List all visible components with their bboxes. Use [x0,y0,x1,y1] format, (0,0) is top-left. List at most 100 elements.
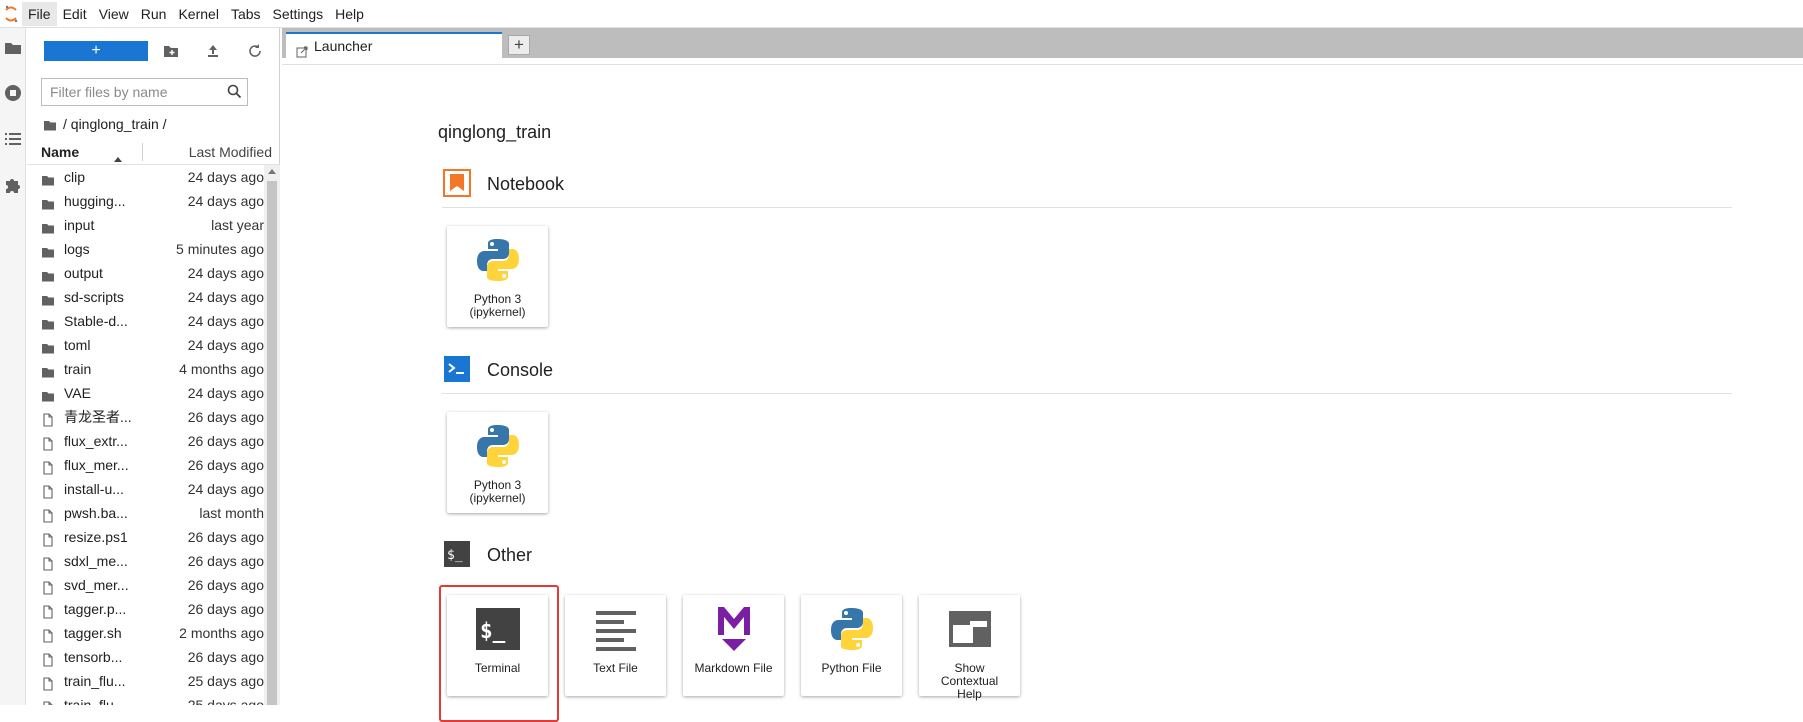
folder-icon [41,266,55,282]
console-section-icon [443,355,471,383]
file-row[interactable]: Stable-d... 24 days ago [27,309,264,333]
file-icon [41,530,55,547]
card-label-line: (ipykernel) [469,305,526,319]
search-icon [226,83,243,100]
file-row[interactable]: tensorb... 26 days ago [27,645,264,669]
file-modified: 25 days ago [187,673,264,689]
file-row[interactable]: clip 24 days ago [27,165,264,189]
menu-kernel[interactable]: Kernel [172,2,224,26]
file-icon [41,698,55,705]
scroll-up-arrow-icon[interactable] [268,169,276,174]
file-modified: 24 days ago [187,481,264,497]
file-row[interactable]: train_flu... 25 days ago [27,669,264,693]
file-icon [41,458,55,475]
file-row[interactable]: sd-scripts 24 days ago [27,285,264,309]
file-row[interactable]: resize.ps1 26 days ago [27,525,264,549]
file-name: clip [64,169,86,185]
table-of-contents-icon[interactable] [3,129,23,149]
column-divider[interactable] [142,143,143,161]
breadcrumb: / qinglong_train / [43,114,167,134]
running-kernels-icon[interactable] [3,83,23,103]
file-modified: 26 days ago [187,577,264,593]
file-name: 青龙圣者... [64,409,132,425]
file-name: install-u... [64,481,124,497]
file-row[interactable]: 青龙圣者... 26 days ago [27,405,264,429]
new-folder-icon[interactable] [162,42,180,60]
notebook-python3-card[interactable]: Python 3 (ipykernel) [447,226,548,327]
card-label: Text File [593,661,638,675]
file-browser-icon[interactable] [3,38,23,58]
notebook-section-divider [442,207,1732,208]
file-row[interactable]: VAE 24 days ago [27,381,264,405]
console-python3-card[interactable]: Python 3 (ipykernel) [447,412,548,513]
file-row[interactable]: tagger.p... 26 days ago [27,597,264,621]
menu-settings[interactable]: Settings [267,2,330,26]
text-file-card[interactable]: Text File [565,595,666,696]
file-row[interactable]: hugging... 24 days ago [27,189,264,213]
breadcrumb-path[interactable]: / qinglong_train / [63,114,167,134]
file-name: train_flu... [64,673,126,689]
menu-edit[interactable]: Edit [57,2,93,26]
new-tab-button[interactable]: + [508,35,530,55]
refresh-icon[interactable] [246,42,264,60]
file-row[interactable]: flux_extr... 26 days ago [27,429,264,453]
file-name: svd_mer... [64,577,129,593]
file-icon [41,506,55,523]
extensions-icon[interactable] [3,175,23,195]
upload-icon[interactable] [204,42,222,60]
file-row[interactable]: sdxl_me... 26 days ago [27,549,264,573]
markdown-icon [708,603,760,655]
launcher-panel: qinglong_train Notebook Python 3 (ipyker… [282,65,1803,722]
menu-run[interactable]: Run [135,2,173,26]
contextual-help-icon [944,603,996,655]
file-modified: 24 days ago [187,169,264,185]
folder-icon [41,218,55,234]
file-name: toml [64,337,91,353]
tab-bar: Launcher + [282,28,1803,59]
file-name: sdxl_me... [64,553,128,569]
menu-tabs[interactable]: Tabs [225,2,267,26]
home-folder-icon[interactable] [43,117,57,131]
menu-view[interactable]: View [93,2,135,26]
file-modified: 24 days ago [187,337,264,353]
file-row[interactable]: train_flu... 25 days ago [27,693,264,705]
file-row[interactable]: pwsh.ba... last month [27,501,264,525]
file-row[interactable]: logs 5 minutes ago [27,237,264,261]
file-modified: 24 days ago [187,313,264,329]
column-modified-header[interactable]: Last Modified [189,144,272,160]
file-row[interactable]: output 24 days ago [27,261,264,285]
python-logo-icon [472,234,524,286]
card-label: Python 3 (ipykernel) [449,479,546,505]
markdown-file-card[interactable]: Markdown File [683,595,784,696]
file-row[interactable]: input last year [27,213,264,237]
menu-help[interactable]: Help [329,2,370,26]
scrollbar-thumb[interactable] [267,181,277,705]
file-row[interactable]: tagger.sh 2 months ago [27,621,264,645]
file-icon [41,650,55,667]
file-modified: 26 days ago [187,409,264,425]
file-row[interactable]: svd_mer... 26 days ago [27,573,264,597]
file-modified: 26 days ago [187,433,264,449]
card-label: Markdown File [694,661,773,675]
file-name: logs [64,241,90,257]
console-section-divider [442,393,1732,394]
file-browser-toolbar: + [27,28,280,74]
contextual-help-card[interactable]: Show Contextual Help [919,595,1020,701]
file-row[interactable]: install-u... 24 days ago [27,477,264,501]
tab-launcher-label: Launcher [314,38,373,54]
column-name-header[interactable]: Name [41,144,79,160]
python-file-card[interactable]: Python File [801,595,902,696]
file-list-scrollbar[interactable] [264,165,280,705]
file-modified: last year [211,217,264,233]
file-name: input [64,217,95,233]
file-row[interactable]: toml 24 days ago [27,333,264,357]
tab-launcher[interactable]: Launcher [286,32,502,59]
file-row[interactable]: train 4 months ago [27,357,264,381]
file-name: train [64,361,92,377]
new-launcher-button[interactable]: + [44,41,148,61]
other-section-title: Other [487,545,533,565]
filter-files-input[interactable] [41,78,248,106]
menu-file[interactable]: File [22,1,57,26]
folder-icon [41,194,55,210]
file-row[interactable]: flux_mer... 26 days ago [27,453,264,477]
